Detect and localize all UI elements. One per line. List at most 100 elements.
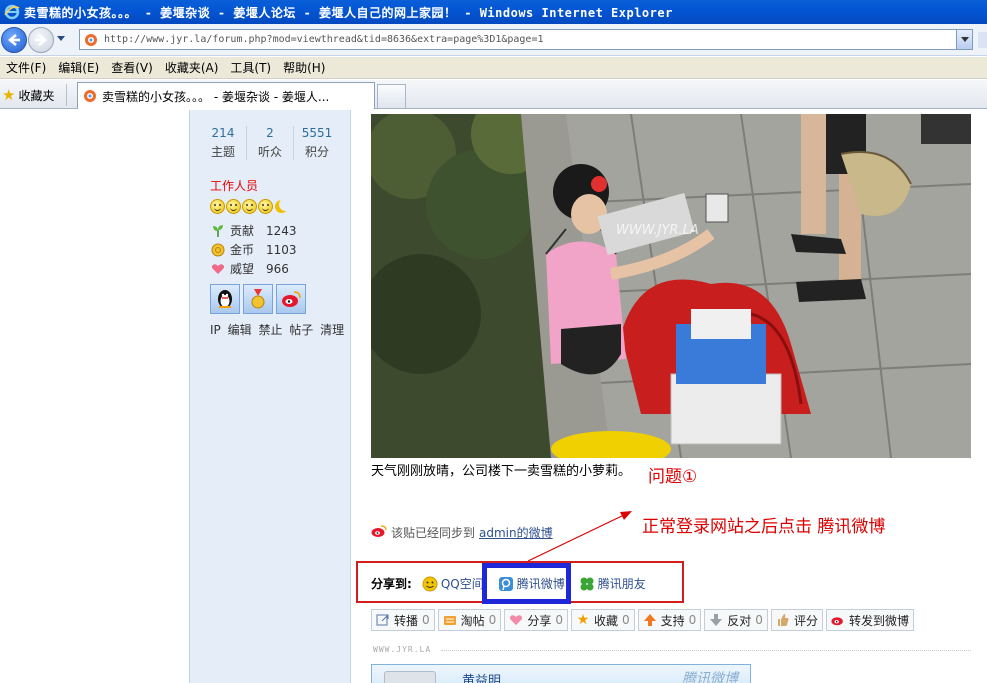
coin-icon — [210, 243, 226, 257]
heart-icon — [210, 262, 226, 276]
credit-value: 1243 — [266, 223, 297, 238]
action-favorite[interactable]: ★ 收藏 0 — [570, 609, 635, 631]
weibo-icon[interactable] — [276, 284, 306, 314]
menu-edit[interactable]: 编辑(E) — [52, 59, 105, 76]
share-label: 分享到: — [371, 577, 412, 591]
action-support[interactable]: 支持 0 — [637, 609, 702, 631]
favorites-button[interactable]: ★ 收藏夹 — [2, 85, 54, 105]
action-count: 0 — [688, 613, 697, 627]
admin-link-clean[interactable]: 清理 — [320, 323, 344, 337]
stat-points[interactable]: 5551 积分 — [294, 126, 340, 160]
stat-label: 听众 — [257, 145, 282, 159]
thumbs-up-icon — [776, 613, 790, 627]
history-dropdown-icon[interactable] — [57, 36, 65, 41]
action-label: 分享 — [527, 613, 552, 628]
divider — [441, 650, 971, 651]
toolbar-edge — [978, 32, 987, 48]
back-button[interactable] — [1, 27, 27, 53]
divider — [66, 84, 67, 106]
author-badges — [210, 284, 306, 314]
action-label: 反对 — [727, 613, 752, 628]
clover-icon — [579, 576, 595, 592]
author-role[interactable]: 工作人员 — [210, 177, 258, 194]
menu-help[interactable]: 帮助(H) — [277, 59, 331, 76]
star-icon: ★ — [576, 612, 590, 628]
stat-label: 积分 — [304, 145, 329, 159]
footer-watermark: WWW.JYR.LA — [373, 645, 432, 654]
action-share[interactable]: 分享 0 — [504, 609, 568, 631]
moon-icon — [274, 199, 288, 214]
stat-value: 214 — [211, 126, 235, 140]
action-label: 转播 — [394, 613, 419, 628]
arrow-down-icon — [709, 613, 723, 627]
action-label: 支持 — [660, 613, 685, 628]
smiley-icon — [242, 199, 257, 214]
admin-link-edit[interactable]: 编辑 — [228, 323, 252, 337]
action-repost[interactable]: 转播 0 — [371, 609, 435, 631]
share-qzone[interactable]: QQ空间 — [422, 575, 484, 592]
admin-link-ban[interactable]: 禁止 — [258, 323, 282, 337]
share-tencent-friend[interactable]: 腾讯朋友 — [579, 575, 646, 592]
menu-file[interactable]: 文件(F) — [0, 59, 52, 76]
heart-icon — [509, 613, 523, 627]
stat-value: 5551 — [301, 126, 333, 140]
sync-text: 该贴已经同步到 — [391, 526, 476, 540]
admin-links: IP 编辑 禁止 帖子 清理 — [210, 321, 347, 338]
action-label: 收藏 — [593, 613, 618, 628]
card-brand: 腾讯微博 — [682, 671, 738, 683]
page-content: 214 主题 2 听众 5551 积分 工作人员 贡献 1243 金币 1103… — [0, 110, 987, 683]
menu-tools[interactable]: 工具(T) — [224, 59, 277, 76]
site-favicon-icon — [85, 33, 97, 46]
rank-stars — [210, 199, 288, 214]
star-icon: ★ — [2, 86, 16, 104]
chevron-down-icon — [960, 37, 969, 42]
sync-weibo-link[interactable]: admin的微博 — [479, 524, 553, 541]
new-tab-button[interactable] — [377, 84, 406, 108]
action-count: 0 — [422, 613, 430, 627]
forward-button[interactable] — [28, 27, 54, 53]
tab-label: 卖雪糕的小女孩。。。 - 姜堰杂谈 - 姜堰人... — [102, 89, 330, 104]
action-count: 0 — [488, 613, 497, 627]
smiley-icon — [258, 199, 273, 214]
favorites-label: 收藏夹 — [18, 88, 55, 103]
address-toolbar: http://www.jyr.la/forum.php?mod=viewthre… — [0, 24, 987, 56]
action-forward-weibo[interactable]: 转发到微博 — [825, 609, 914, 631]
post-photo[interactable]: WWW.JYR.LA — [371, 114, 971, 458]
address-dropdown-button[interactable] — [956, 30, 972, 49]
avatar[interactable] — [384, 671, 436, 683]
action-rate[interactable]: 评分 — [770, 609, 823, 631]
credit-contribution: 贡献 1243 — [210, 222, 297, 239]
menu-view[interactable]: 查看(V) — [105, 59, 159, 76]
address-input[interactable]: http://www.jyr.la/forum.php?mod=viewthre… — [79, 29, 973, 50]
admin-link-ip[interactable]: IP — [210, 323, 221, 337]
menu-favorites[interactable]: 收藏夹(A) — [159, 59, 225, 76]
medal-icon[interactable] — [243, 284, 273, 314]
qq-penguin-icon[interactable] — [210, 284, 240, 314]
basket-icon — [443, 613, 457, 627]
action-count: 0 — [755, 613, 763, 627]
repost-icon — [376, 613, 390, 627]
annotation-tip: 正常登录网站之后点击 腾讯微博 — [642, 517, 886, 537]
weibo-card[interactable]: 黄益明 腾讯微博 — [371, 664, 751, 683]
back-arrow-icon — [8, 34, 20, 46]
qzone-icon — [422, 576, 438, 592]
stat-threads[interactable]: 214 主题 — [200, 126, 247, 160]
arrow-up-icon — [643, 613, 657, 627]
action-collect[interactable]: 淘帖 0 — [437, 609, 502, 631]
window-title: 卖雪糕的小女孩。。。 - 姜堰杂谈 - 姜堰人论坛 - 姜堰人自己的网上家园！ … — [24, 5, 673, 20]
action-oppose[interactable]: 反对 0 — [704, 609, 768, 631]
weibo-icon — [371, 524, 387, 541]
tab-current-page[interactable]: 卖雪糕的小女孩。。。 - 姜堰杂谈 - 姜堰人... — [77, 82, 375, 109]
menu-bar: 文件(F) 编辑(E) 查看(V) 收藏夹(A) 工具(T) 帮助(H) — [0, 57, 987, 79]
credit-label: 威望 — [230, 262, 255, 276]
credit-value: 1103 — [266, 242, 297, 257]
ie-logo-icon — [4, 4, 20, 20]
action-count: 0 — [555, 613, 563, 627]
card-user-name[interactable]: 黄益明 — [462, 670, 501, 683]
stat-followers[interactable]: 2 听众 — [247, 126, 294, 160]
admin-link-posts[interactable]: 帖子 — [289, 323, 313, 337]
stat-value: 2 — [266, 126, 274, 140]
credit-gold: 金币 1103 — [210, 241, 297, 258]
credit-label: 贡献 — [230, 224, 255, 238]
stat-label: 主题 — [210, 145, 235, 159]
